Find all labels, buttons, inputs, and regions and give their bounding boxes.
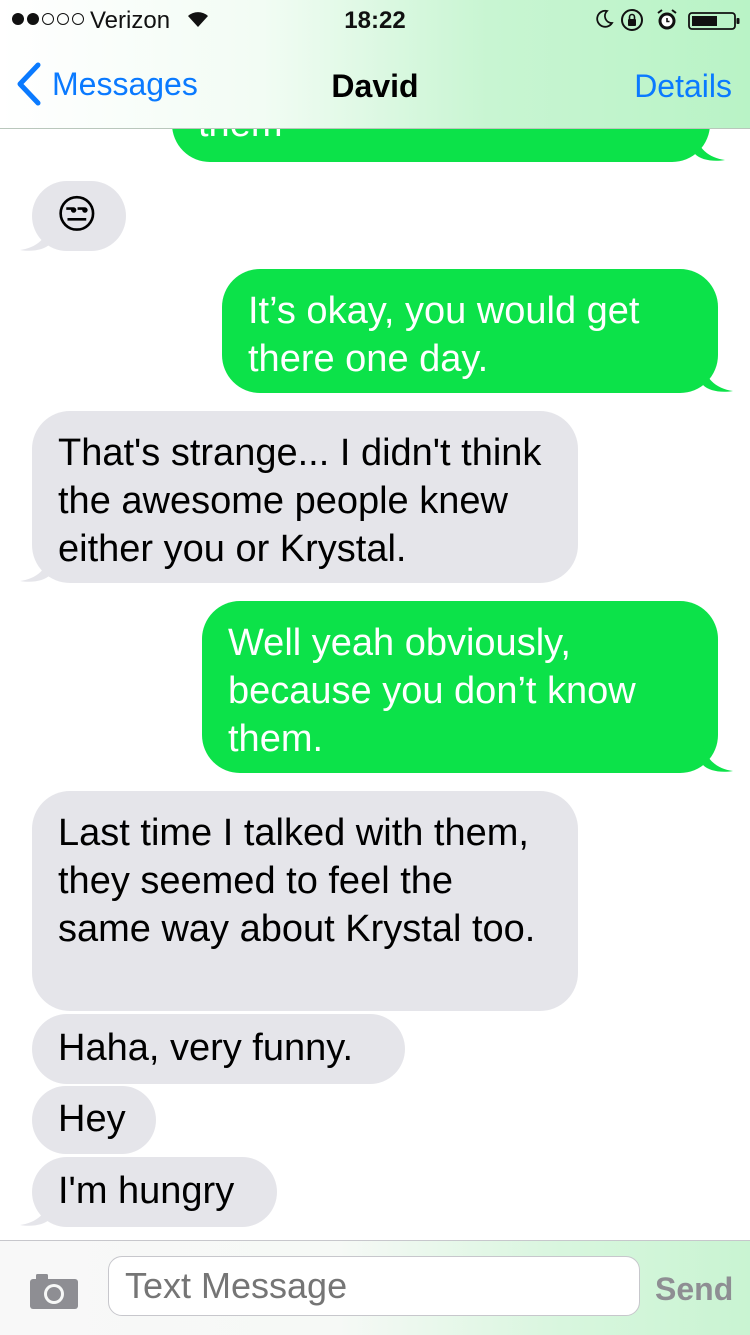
composer-bar: Send [0, 1240, 750, 1335]
chevron-left-icon [17, 62, 41, 106]
message-text: 😒 [56, 193, 98, 237]
message-text: Last time I talked with them, they seeme… [58, 812, 536, 950]
bubble-tail [703, 743, 733, 772]
message-bubble-incoming[interactable]: That's strange... I didn't think the awe… [32, 411, 578, 583]
moon-icon [596, 9, 614, 28]
bubble-tail [20, 1197, 50, 1226]
message-text: I'm hungry [58, 1170, 235, 1212]
navigation-bar: Messages David Details [0, 48, 750, 128]
message-text: Hey [58, 1098, 126, 1140]
back-button[interactable]: Messages [16, 62, 198, 106]
message-bubble-outgoing[interactable]: Well yeah obviously, because you don’t k… [202, 601, 718, 773]
message-bubble-incoming[interactable]: Last time I talked with them, they seeme… [32, 791, 578, 1011]
message-text: Haha, very funny. [58, 1027, 354, 1069]
message-text: That's strange... I didn't think the awe… [58, 432, 542, 570]
camera-icon[interactable] [28, 1271, 80, 1311]
message-bubble-outgoing[interactable]: It’s okay, you would get there one day. [222, 269, 718, 393]
send-button[interactable]: Send [655, 1271, 733, 1308]
details-button[interactable]: Details [634, 68, 732, 105]
alarm-icon [657, 9, 677, 30]
message-bubble-incoming[interactable]: I'm hungry [32, 1157, 277, 1227]
bubble-tail [20, 222, 50, 251]
status-bar: Verizon 18:22 [0, 0, 750, 40]
back-button-label: Messages [52, 65, 198, 102]
bubble-tail [703, 363, 733, 392]
bubble-tail [20, 553, 50, 582]
battery-icon [688, 12, 740, 30]
message-input[interactable] [108, 1256, 640, 1316]
rotation-lock-icon [621, 9, 643, 31]
message-bubble-incoming[interactable]: Hey [32, 1086, 156, 1154]
header: Verizon 18:22 Messages David Details [0, 0, 750, 129]
bubble-tail [695, 132, 725, 161]
message-bubble-incoming[interactable]: Haha, very funny. [32, 1014, 405, 1084]
message-text: Well yeah obviously, because you don’t k… [228, 622, 636, 760]
message-text: It’s okay, you would get there one day. [248, 290, 640, 380]
